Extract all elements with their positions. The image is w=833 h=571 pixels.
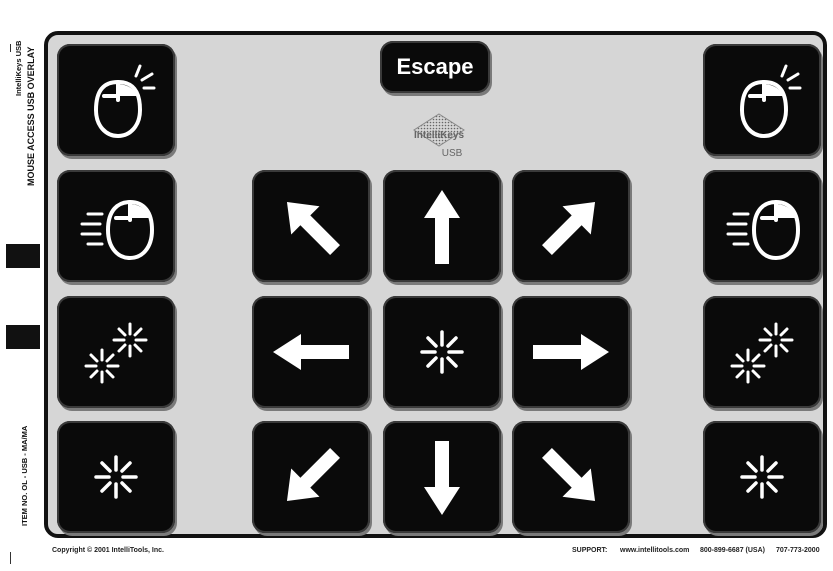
click-burst-icon — [94, 455, 138, 499]
click-burst-icon — [420, 330, 464, 374]
brand-label: IntelliKeys USB — [14, 40, 23, 96]
escape-button[interactable]: Escape — [380, 41, 490, 93]
support-website: www.intellitools.com — [620, 547, 690, 554]
arrow-up-right-icon — [542, 201, 596, 255]
arrow-up-right-key[interactable] — [512, 170, 630, 282]
mouse-click-left-key[interactable] — [57, 44, 175, 156]
mouse-drag-left-key[interactable] — [57, 170, 175, 282]
arrow-down-left-key[interactable] — [252, 421, 370, 533]
mouse-drag-icon — [80, 199, 155, 261]
center-click-key[interactable] — [383, 296, 501, 408]
click-burst-icon — [740, 455, 784, 499]
arrow-down-left-icon — [286, 448, 340, 502]
single-click-left-key[interactable] — [57, 421, 175, 533]
support-phone-intl: 707-773-2000 — [776, 547, 820, 554]
arrow-up-key[interactable] — [383, 170, 501, 282]
arrow-down-icon — [424, 441, 460, 515]
double-click-left-key[interactable] — [57, 296, 175, 408]
crop-mark-top — [10, 44, 11, 52]
svg-text:USB: USB — [442, 148, 463, 159]
mouse-click-icon — [93, 64, 156, 139]
double-click-icon — [84, 322, 148, 384]
registration-mark-upper — [6, 244, 40, 268]
arrow-down-key[interactable] — [383, 421, 501, 533]
overlay-sheet: IntelliKeys USB MOUSE ACCESS USB OVERLAY… — [0, 0, 833, 571]
support-label: SUPPORT: — [572, 547, 608, 554]
arrow-up-left-icon — [286, 201, 340, 255]
single-click-right-key[interactable] — [703, 421, 821, 533]
registration-mark-lower — [6, 325, 40, 349]
copyright-text: Copyright © 2001 IntelliTools, Inc. — [52, 547, 164, 554]
overlay-side-strip: IntelliKeys USB MOUSE ACCESS USB OVERLAY… — [0, 0, 44, 571]
arrow-down-right-key[interactable] — [512, 421, 630, 533]
double-click-icon — [730, 322, 794, 384]
overlay-title: MOUSE ACCESS USB OVERLAY — [26, 46, 36, 186]
mouse-drag-right-key[interactable] — [703, 170, 821, 282]
arrow-right-key[interactable] — [512, 296, 630, 408]
arrow-left-icon — [273, 334, 349, 370]
arrow-down-right-icon — [542, 448, 596, 502]
intellikeys-logo: IntelliKeys USB — [413, 113, 465, 159]
svg-text:IntelliKeys: IntelliKeys — [414, 130, 464, 141]
double-click-right-key[interactable] — [703, 296, 821, 408]
mouse-drag-icon — [726, 199, 801, 261]
mouse-click-icon — [739, 64, 802, 139]
arrow-up-icon — [424, 190, 460, 264]
mouse-click-right-key[interactable] — [703, 44, 821, 156]
arrow-right-icon — [533, 334, 609, 370]
crop-mark-bottom — [10, 552, 11, 564]
support-phone: 800-899-6687 (USA) — [700, 547, 765, 554]
item-number: ITEM NO. OL - USB - MA/MA — [20, 425, 29, 526]
arrow-left-key[interactable] — [252, 296, 370, 408]
arrow-up-left-key[interactable] — [252, 170, 370, 282]
